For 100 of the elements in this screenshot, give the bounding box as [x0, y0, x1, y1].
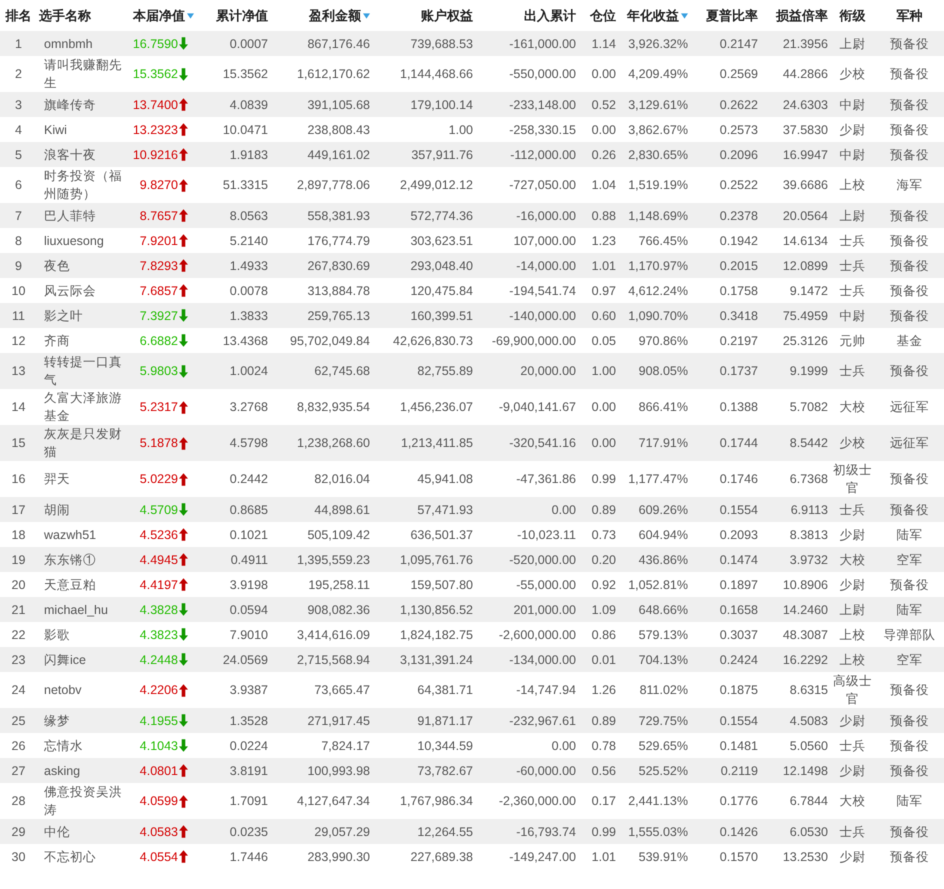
military-rank: 少尉 [840, 714, 866, 728]
position-ratio: 0.60 [592, 308, 616, 322]
player-name: 影之叶 [44, 308, 83, 322]
player-name: 天意豆粕 [44, 578, 96, 592]
cumulative-net-value: 0.0078 [230, 284, 268, 298]
position-ratio: 0.00 [592, 67, 616, 81]
profit-amount: 267,830.69 [307, 258, 370, 272]
net-value: 7.3927 [140, 308, 178, 324]
profit-loss-ratio: 24.6303 [782, 98, 828, 112]
player-name: omnbmh [44, 36, 93, 50]
sharpe-ratio: 0.1875 [720, 683, 758, 697]
profit-amount: 176,774.79 [307, 234, 370, 248]
net-value: 4.1955 [140, 712, 178, 730]
annual-return: 1,148.69% [628, 208, 688, 222]
annual-return: 1,052.81% [628, 578, 688, 592]
net-value: 4.5709 [140, 502, 178, 518]
service-branch: 陆军 [896, 602, 922, 616]
annual-return: 604.94% [638, 528, 688, 542]
profit-loss-ratio: 6.7844 [790, 794, 828, 808]
sharpe-ratio: 0.3037 [720, 628, 758, 642]
column-header[interactable]: 出入累计 [524, 6, 576, 24]
profit-loss-ratio: 8.5442 [790, 436, 828, 450]
annual-return: 436.86% [638, 552, 688, 566]
player-name: wazwh51 [44, 528, 96, 542]
player-name: 东东锵① [44, 552, 96, 566]
net-value: 8.7657 [140, 208, 178, 224]
profit-amount: 271,917.45 [307, 714, 370, 728]
cumulative-net-value: 0.8685 [230, 502, 268, 516]
profit-loss-ratio: 25.3126 [782, 334, 828, 348]
account-equity: 303,623.51 [410, 234, 473, 248]
sharpe-ratio: 0.1897 [720, 578, 758, 592]
annual-return: 2,830.65% [628, 148, 688, 162]
column-header[interactable]: 军种 [896, 6, 922, 24]
net-value: 16.7590 [132, 36, 178, 52]
column-header[interactable]: 年化收益 [627, 6, 679, 24]
position-ratio: 0.99 [592, 472, 616, 486]
service-branch: 预备役 [890, 234, 929, 248]
service-branch: 预备役 [890, 850, 929, 864]
column-header[interactable]: 累计净值 [216, 6, 268, 24]
sharpe-ratio: 0.3418 [720, 308, 758, 322]
column-header[interactable]: 选手名称 [39, 6, 91, 24]
profit-amount: 505,109.42 [307, 528, 370, 542]
column-header[interactable]: 损益倍率 [776, 6, 828, 24]
rank-cell: 8 [15, 234, 22, 248]
player-name: 夜色 [44, 258, 70, 272]
net-flow: -14,000.00 [516, 258, 576, 272]
account-equity: 293,048.40 [410, 258, 473, 272]
position-ratio: 0.73 [592, 528, 616, 542]
net-flow: -14,747.94 [516, 683, 576, 697]
column-header[interactable]: 排名 [6, 6, 32, 24]
rank-cell: 26 [12, 738, 26, 752]
column-header[interactable]: 夏普比率 [706, 6, 758, 24]
rank-cell: 22 [12, 628, 26, 642]
service-branch: 远征军 [890, 436, 929, 450]
profit-amount: 259,765.13 [307, 308, 370, 322]
column-header[interactable]: 账户权益 [421, 6, 473, 24]
net-flow: -2,360,000.00 [498, 794, 576, 808]
net-flow: -140,000.00 [509, 308, 576, 322]
net-flow: -10,023.11 [517, 528, 576, 542]
profit-amount: 62,745.68 [314, 364, 370, 378]
column-header[interactable]: 盈利金额 [309, 6, 361, 24]
sort-icon[interactable] [363, 12, 370, 18]
military-rank: 上尉 [840, 208, 866, 222]
service-branch: 预备役 [890, 738, 929, 752]
net-flow: -60,000.00 [516, 764, 576, 778]
annual-return: 2,441.13% [628, 794, 688, 808]
net-flow: -232,967.61 [509, 714, 576, 728]
account-equity: 1,095,761.76 [400, 552, 473, 566]
net-flow: -9,040,141.67 [498, 400, 576, 414]
service-branch: 海军 [896, 178, 922, 192]
military-rank: 少尉 [840, 764, 866, 778]
sort-icon[interactable] [187, 12, 194, 18]
cumulative-net-value: 4.5798 [230, 436, 268, 450]
military-rank: 少尉 [840, 122, 866, 136]
service-branch: 预备役 [890, 502, 929, 516]
account-equity: 357,911.76 [411, 148, 473, 162]
annual-return: 3,129.61% [628, 98, 688, 112]
net-value: 5.0229 [140, 471, 178, 488]
military-rank: 士兵 [840, 824, 866, 838]
net-value: 5.9803 [140, 363, 178, 380]
sharpe-ratio: 0.1481 [720, 738, 758, 752]
column-header[interactable]: 仓位 [590, 6, 616, 24]
profit-loss-ratio: 39.6686 [782, 178, 828, 192]
sort-icon[interactable] [681, 12, 688, 18]
net-value: 4.5236 [140, 526, 178, 544]
column-header[interactable]: 本届净值 [133, 6, 185, 24]
profit-loss-ratio: 6.9113 [790, 502, 828, 516]
profit-loss-ratio: 9.1999 [790, 364, 828, 378]
sharpe-ratio: 0.1426 [720, 824, 758, 838]
military-rank: 士兵 [840, 502, 866, 516]
column-header[interactable]: 衔级 [840, 6, 866, 24]
profit-amount: 44,898.61 [314, 502, 370, 516]
rank-cell: 17 [12, 502, 26, 516]
service-branch: 远征军 [890, 400, 929, 414]
annual-return: 4,612.24% [628, 284, 688, 298]
player-name: netobv [44, 683, 82, 697]
military-rank: 上尉 [840, 602, 866, 616]
net-flow: -16,000.00 [516, 208, 576, 222]
player-name: 久富大泽旅游基金 [44, 391, 122, 423]
service-branch: 预备役 [890, 364, 929, 378]
